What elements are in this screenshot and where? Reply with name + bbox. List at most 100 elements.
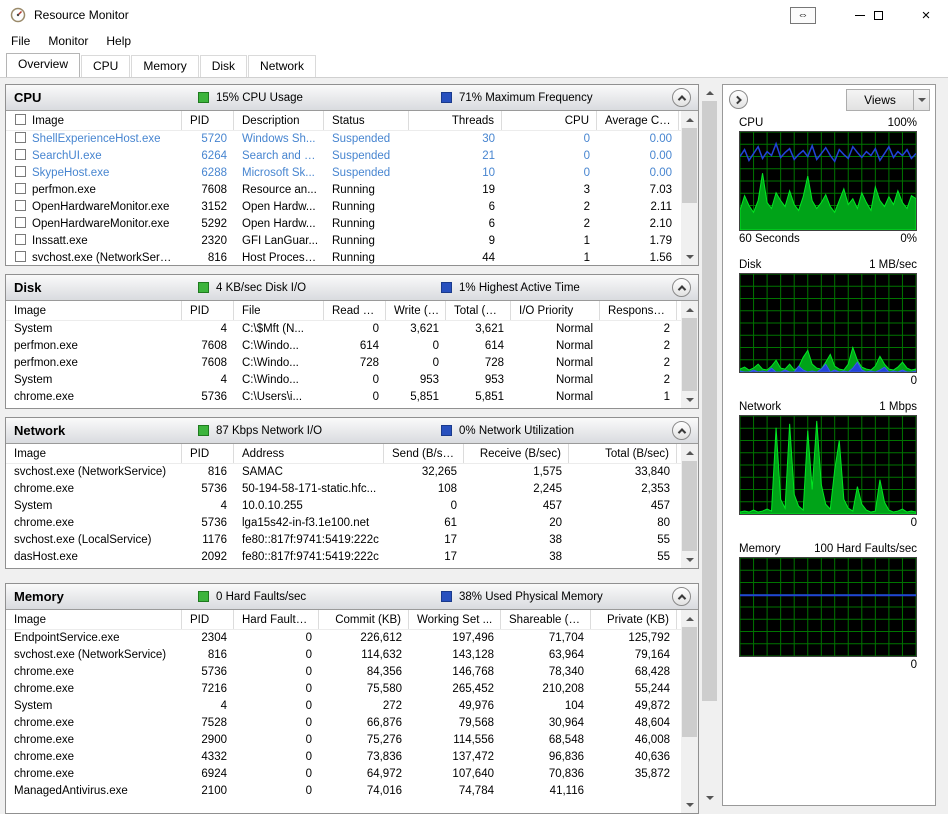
scroll-up-button[interactable]	[681, 610, 698, 627]
table-row[interactable]: chrome.exe5736C:\Users\i...05,8515,851No…	[6, 389, 681, 406]
row-checkbox[interactable]	[15, 217, 26, 228]
scroll-up-button[interactable]	[701, 84, 718, 101]
column-header-read-b-sec[interactable]: Read (B/sec)	[324, 301, 386, 320]
scrollbar-thumb[interactable]	[682, 318, 697, 391]
column-header-pid[interactable]: PID	[182, 610, 234, 629]
column-header-write-b-s[interactable]: Write (B/s...	[386, 301, 446, 320]
snap-arrows-button[interactable]: ⇔	[790, 7, 816, 24]
table-scrollbar[interactable]	[681, 301, 698, 408]
table-row[interactable]: perfmon.exe7608C:\Windo...6140614Normal2	[6, 338, 681, 355]
table-row[interactable]: System410.0.10.2550457457	[6, 498, 681, 515]
table-row[interactable]: chrome.exe5736lga15s42-in-f3.1e100.net61…	[6, 515, 681, 532]
table-scrollbar[interactable]	[681, 610, 698, 813]
column-header-shareable-kb[interactable]: Shareable (KB)	[501, 610, 591, 629]
table-row[interactable]: ShellExperienceHost.exe5720Windows Sh...…	[6, 131, 681, 148]
select-all-checkbox[interactable]	[15, 114, 26, 125]
row-checkbox[interactable]	[15, 183, 26, 194]
tab-overview[interactable]: Overview	[6, 53, 80, 77]
close-button[interactable]: ×	[918, 5, 934, 25]
scrollbar-thumb[interactable]	[682, 461, 697, 551]
row-checkbox[interactable]	[15, 251, 26, 262]
table-row[interactable]: EndpointService.exe23040226,612197,49671…	[6, 630, 681, 647]
column-header-hard-faults-sec[interactable]: Hard Faults/sec	[234, 610, 319, 629]
table-row[interactable]: chrome.exe4332073,836137,47296,83640,636	[6, 749, 681, 766]
column-header-average-cpu[interactable]: Average CPU	[597, 111, 679, 130]
row-checkbox[interactable]	[15, 132, 26, 143]
views-dropdown-button[interactable]	[913, 90, 929, 110]
table-row[interactable]: SkypeHost.exe6288Microsoft Sk...Suspende…	[6, 165, 681, 182]
scroll-down-button[interactable]	[701, 789, 718, 806]
column-header-private-kb[interactable]: Private (KB)	[591, 610, 677, 629]
scroll-down-button[interactable]	[681, 391, 698, 408]
row-checkbox[interactable]	[15, 149, 26, 160]
scroll-up-button[interactable]	[681, 301, 698, 318]
column-header-cpu[interactable]: CPU	[502, 111, 597, 130]
cpu-section-header[interactable]: CPU 15% CPU Usage 71% Maximum Frequency	[6, 85, 698, 111]
table-row[interactable]: OpenHardwareMonitor.exe3152Open Hardw...…	[6, 199, 681, 216]
menu-monitor[interactable]: Monitor	[39, 34, 97, 48]
column-header-threads[interactable]: Threads	[409, 111, 502, 130]
column-header-status[interactable]: Status	[324, 111, 409, 130]
column-header-working-set[interactable]: Working Set ...	[409, 610, 501, 629]
tab-disk[interactable]: Disk	[200, 55, 247, 77]
table-row[interactable]: svchost.exe (NetworkService)816Host Proc…	[6, 250, 681, 265]
table-row[interactable]: Inssatt.exe2320GFI LanGuar...Running911.…	[6, 233, 681, 250]
column-header-image[interactable]: Image	[6, 301, 182, 320]
disk-collapse-button[interactable]	[672, 278, 691, 297]
column-header-i-o-priority[interactable]: I/O Priority	[511, 301, 600, 320]
table-row[interactable]: perfmon.exe7608C:\Windo...7280728Normal2	[6, 355, 681, 372]
column-header-commit-kb[interactable]: Commit (KB)	[319, 610, 409, 629]
scrollbar-thumb[interactable]	[682, 128, 697, 203]
table-row[interactable]: chrome.exe7216075,580265,452210,20855,24…	[6, 681, 681, 698]
table-row[interactable]: SearchUI.exe6264Search and C...Suspended…	[6, 148, 681, 165]
table-row[interactable]: System4C:\$Mft (N...03,6213,621Normal2	[6, 321, 681, 338]
table-scrollbar[interactable]	[681, 444, 698, 568]
column-header-receive-b-sec[interactable]: Receive (B/sec)	[464, 444, 569, 463]
column-header-pid[interactable]: PID	[182, 111, 234, 130]
table-row[interactable]: chrome.exe2900075,276114,55668,54846,008	[6, 732, 681, 749]
column-header-pid[interactable]: PID	[182, 444, 234, 463]
table-row[interactable]: perfmon.exe7608Resource an...Running1937…	[6, 182, 681, 199]
column-header-pid[interactable]: PID	[182, 301, 234, 320]
tab-memory[interactable]: Memory	[131, 55, 198, 77]
column-header-send-b-sec[interactable]: Send (B/sec)	[384, 444, 464, 463]
row-checkbox[interactable]	[15, 166, 26, 177]
table-row[interactable]: chrome.exe6924064,972107,64070,83635,872	[6, 766, 681, 783]
menu-file[interactable]: File	[2, 34, 39, 48]
scrollbar-thumb[interactable]	[702, 101, 717, 701]
table-row[interactable]: chrome.exe5736084,356146,76878,34068,428	[6, 664, 681, 681]
scroll-down-button[interactable]	[681, 248, 698, 265]
menu-help[interactable]: Help	[97, 34, 140, 48]
column-header-image[interactable]: Image	[6, 111, 182, 130]
tab-network[interactable]: Network	[248, 55, 316, 77]
minimize-button[interactable]	[852, 5, 868, 25]
network-collapse-button[interactable]	[672, 421, 691, 440]
collapse-panel-button[interactable]	[729, 90, 748, 109]
column-header-total-b-sec[interactable]: Total (B/sec)	[569, 444, 677, 463]
table-scrollbar[interactable]	[681, 111, 698, 265]
table-row[interactable]: chrome.exe573650-194-58-171-static.hfc..…	[6, 481, 681, 498]
column-header-image[interactable]: Image	[6, 444, 182, 463]
column-header-total-b-sec[interactable]: Total (B/sec)	[446, 301, 511, 320]
cpu-collapse-button[interactable]	[672, 88, 691, 107]
table-row[interactable]: svchost.exe (NetworkService)816SAMAC32,2…	[6, 464, 681, 481]
column-header-description[interactable]: Description	[234, 111, 324, 130]
column-header-address[interactable]: Address	[234, 444, 384, 463]
scrollbar-thumb[interactable]	[682, 627, 697, 737]
disk-section-header[interactable]: Disk 4 KB/sec Disk I/O 1% Highest Active…	[6, 275, 698, 301]
row-checkbox[interactable]	[15, 234, 26, 245]
scroll-down-button[interactable]	[681, 796, 698, 813]
scroll-down-button[interactable]	[681, 551, 698, 568]
table-row[interactable]: dasHost.exe2092fe80::817f:9741:5419:222c…	[6, 549, 681, 566]
column-header-response[interactable]: Response ...	[600, 301, 677, 320]
table-row[interactable]: svchost.exe (NetworkService)8160114,6321…	[6, 647, 681, 664]
maximize-button[interactable]	[870, 5, 886, 25]
column-header-image[interactable]: Image	[6, 610, 182, 629]
tab-cpu[interactable]: CPU	[81, 55, 130, 77]
memory-collapse-button[interactable]	[672, 587, 691, 606]
scroll-up-button[interactable]	[681, 111, 698, 128]
scroll-up-button[interactable]	[681, 444, 698, 461]
views-button[interactable]: Views	[846, 89, 930, 111]
table-row[interactable]: ManagedAntivirus.exe2100074,01674,78441,…	[6, 783, 681, 800]
table-row[interactable]: chrome.exe7528066,87679,56830,96448,604	[6, 715, 681, 732]
